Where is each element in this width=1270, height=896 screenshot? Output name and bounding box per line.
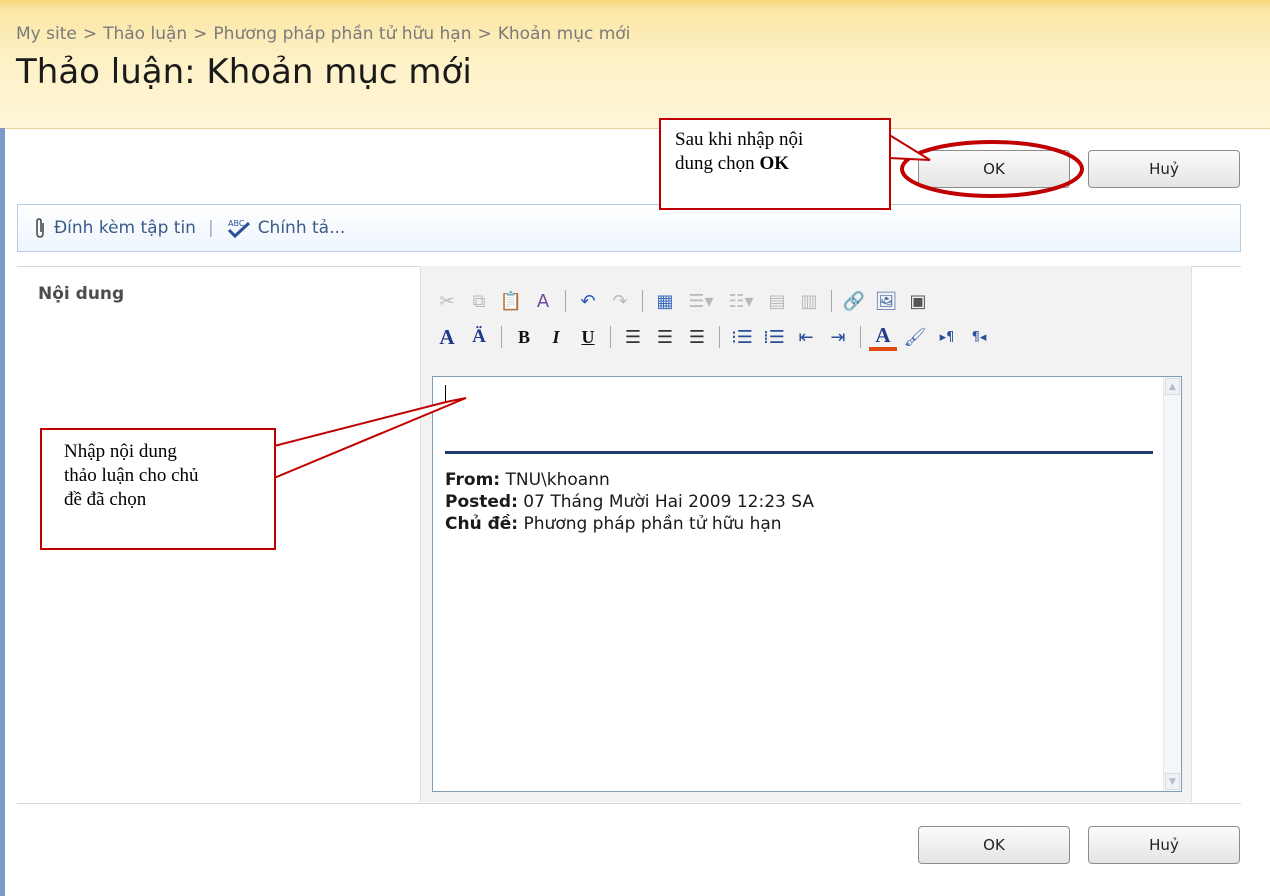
content-callout-line-3: đề đã chọn [64,489,147,510]
ok-callout-line-1: Sau khi nhập nội [675,129,804,150]
content-callout-line-2: thảo luận cho chủ [64,465,199,486]
content-callout-pointer [273,397,467,480]
ok-instruction-callout: Sau khi nhập nội dung chọn OK [659,118,891,210]
content-instruction-callout: Nhập nội dung thảo luận cho chủ đề đã ch… [40,428,276,550]
content-callout-line-1: Nhập nội dung [64,441,177,462]
ok-callout-bold: OK [759,153,789,174]
ok-callout-line-2: dung chọn [675,153,760,174]
ok-callout-pointer [888,131,931,161]
ok-highlight-ellipse [900,140,1084,198]
